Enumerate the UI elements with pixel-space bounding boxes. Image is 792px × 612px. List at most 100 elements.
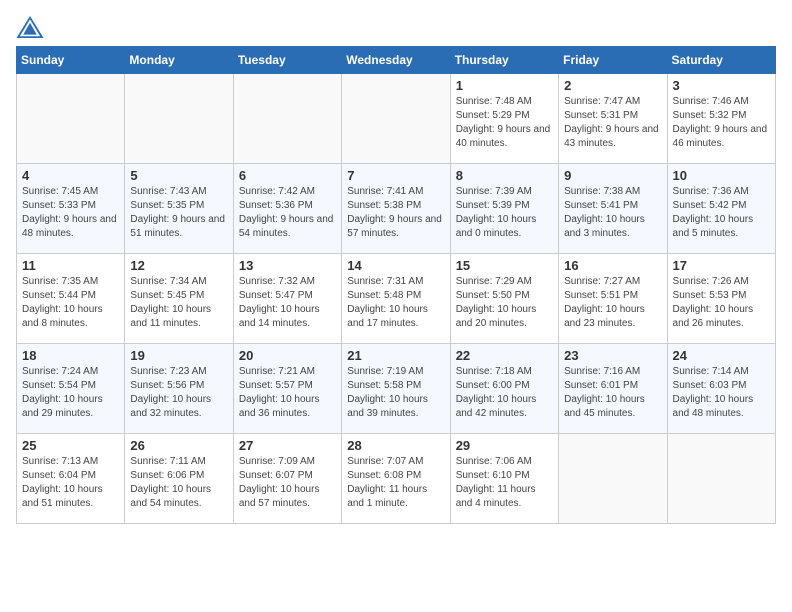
- day-info: Sunrise: 7:38 AMSunset: 5:41 PMDaylight:…: [564, 185, 661, 241]
- day-number: 21: [347, 348, 444, 363]
- day-number: 20: [239, 348, 336, 363]
- calendar-cell: 29Sunrise: 7:06 AMSunset: 6:10 PMDayligh…: [450, 434, 558, 524]
- calendar-cell: 12 Sunrise: 7:34 AMSunset: 5:45 PMDayligh…: [125, 254, 233, 344]
- calendar-cell: [17, 74, 125, 164]
- calendar-cell: 18 Sunrise: 7:24 AMSunset: 5:54 PMDayligh…: [17, 344, 125, 434]
- day-info: Sunrise: 7:11 AMSunset: 6:06 PMDaylight:…: [130, 455, 227, 511]
- calendar-cell: [233, 74, 341, 164]
- day-number: 16: [564, 258, 661, 273]
- calendar-cell: 13 Sunrise: 7:32 AMSunset: 5:47 PMDayligh…: [233, 254, 341, 344]
- day-number: 27: [239, 438, 336, 453]
- calendar-cell: 2 Sunrise: 7:47 AMSunset: 5:31 PMDaylight…: [559, 74, 667, 164]
- column-header-friday: Friday: [559, 47, 667, 74]
- calendar-cell: 24 Sunrise: 7:14 AMSunset: 6:03 PMDayligh…: [667, 344, 775, 434]
- calendar-cell: 27 Sunrise: 7:09 AMSunset: 6:07 PMDayligh…: [233, 434, 341, 524]
- day-info: Sunrise: 7:41 AMSunset: 5:38 PMDaylight:…: [347, 185, 444, 241]
- day-number: 8: [456, 168, 553, 183]
- day-number: 24: [673, 348, 770, 363]
- calendar-cell: 17 Sunrise: 7:26 AMSunset: 5:53 PMDayligh…: [667, 254, 775, 344]
- calendar-cell: 8Sunrise: 7:39 AMSunset: 5:39 PMDaylight…: [450, 164, 558, 254]
- calendar-cell: 10 Sunrise: 7:36 AMSunset: 5:42 PMDayligh…: [667, 164, 775, 254]
- day-number: 14: [347, 258, 444, 273]
- calendar-week-row: 18 Sunrise: 7:24 AMSunset: 5:54 PMDayligh…: [17, 344, 776, 434]
- calendar-cell: 23 Sunrise: 7:16 AMSunset: 6:01 PMDayligh…: [559, 344, 667, 434]
- column-header-thursday: Thursday: [450, 47, 558, 74]
- day-number: 22: [456, 348, 553, 363]
- day-number: 6: [239, 168, 336, 183]
- day-number: 13: [239, 258, 336, 273]
- calendar-cell: 26 Sunrise: 7:11 AMSunset: 6:06 PMDayligh…: [125, 434, 233, 524]
- day-info: Sunrise: 7:07 AMSunset: 6:08 PMDaylight:…: [347, 455, 444, 511]
- calendar-week-row: 25Sunrise: 7:13 AMSunset: 6:04 PMDayligh…: [17, 434, 776, 524]
- column-header-sunday: Sunday: [17, 47, 125, 74]
- calendar-cell: 19 Sunrise: 7:23 AMSunset: 5:56 PMDayligh…: [125, 344, 233, 434]
- day-number: 15: [456, 258, 553, 273]
- day-info: Sunrise: 7:35 AMSunset: 5:44 PMDaylight:…: [22, 275, 119, 331]
- day-number: 9: [564, 168, 661, 183]
- day-number: 23: [564, 348, 661, 363]
- day-info: Sunrise: 7:42 AMSunset: 5:36 PMDaylight:…: [239, 185, 336, 241]
- calendar-week-row: 1 Sunrise: 7:48 AMSunset: 5:29 PMDaylight…: [17, 74, 776, 164]
- day-number: 12: [130, 258, 227, 273]
- calendar-week-row: 11 Sunrise: 7:35 AMSunset: 5:44 PMDayligh…: [17, 254, 776, 344]
- day-info: Sunrise: 7:36 AMSunset: 5:42 PMDaylight:…: [673, 185, 770, 241]
- calendar-cell: 20 Sunrise: 7:21 AMSunset: 5:57 PMDayligh…: [233, 344, 341, 434]
- calendar-cell: 3 Sunrise: 7:46 AMSunset: 5:32 PMDaylight…: [667, 74, 775, 164]
- day-number: 10: [673, 168, 770, 183]
- day-info: Sunrise: 7:14 AMSunset: 6:03 PMDaylight:…: [673, 365, 770, 421]
- day-info: Sunrise: 7:13 AMSunset: 6:04 PMDaylight:…: [22, 455, 119, 511]
- calendar-cell: [559, 434, 667, 524]
- calendar-cell: 9 Sunrise: 7:38 AMSunset: 5:41 PMDaylight…: [559, 164, 667, 254]
- calendar-cell: 7 Sunrise: 7:41 AMSunset: 5:38 PMDaylight…: [342, 164, 450, 254]
- header: [16, 16, 776, 38]
- day-number: 18: [22, 348, 119, 363]
- day-number: 17: [673, 258, 770, 273]
- day-info: Sunrise: 7:26 AMSunset: 5:53 PMDaylight:…: [673, 275, 770, 331]
- day-info: Sunrise: 7:18 AMSunset: 6:00 PMDaylight:…: [456, 365, 553, 421]
- column-header-saturday: Saturday: [667, 47, 775, 74]
- calendar-cell: [342, 74, 450, 164]
- day-info: Sunrise: 7:43 AMSunset: 5:35 PMDaylight:…: [130, 185, 227, 241]
- day-number: 11: [22, 258, 119, 273]
- day-number: 2: [564, 78, 661, 93]
- day-info: Sunrise: 7:06 AMSunset: 6:10 PMDaylight:…: [456, 455, 553, 511]
- day-info: Sunrise: 7:27 AMSunset: 5:51 PMDaylight:…: [564, 275, 661, 331]
- day-info: Sunrise: 7:09 AMSunset: 6:07 PMDaylight:…: [239, 455, 336, 511]
- day-number: 3: [673, 78, 770, 93]
- day-info: Sunrise: 7:29 AMSunset: 5:50 PMDaylight:…: [456, 275, 553, 331]
- day-info: Sunrise: 7:31 AMSunset: 5:48 PMDaylight:…: [347, 275, 444, 331]
- column-header-monday: Monday: [125, 47, 233, 74]
- day-info: Sunrise: 7:23 AMSunset: 5:56 PMDaylight:…: [130, 365, 227, 421]
- calendar-header-row: SundayMondayTuesdayWednesdayThursdayFrid…: [17, 47, 776, 74]
- day-number: 5: [130, 168, 227, 183]
- calendar-cell: 22 Sunrise: 7:18 AMSunset: 6:00 PMDayligh…: [450, 344, 558, 434]
- calendar-table: SundayMondayTuesdayWednesdayThursdayFrid…: [16, 46, 776, 524]
- calendar-cell: 11 Sunrise: 7:35 AMSunset: 5:44 PMDayligh…: [17, 254, 125, 344]
- day-info: Sunrise: 7:32 AMSunset: 5:47 PMDaylight:…: [239, 275, 336, 331]
- day-info: Sunrise: 7:47 AMSunset: 5:31 PMDaylight:…: [564, 95, 661, 151]
- calendar-week-row: 4Sunrise: 7:45 AMSunset: 5:33 PMDaylight…: [17, 164, 776, 254]
- day-info: Sunrise: 7:21 AMSunset: 5:57 PMDaylight:…: [239, 365, 336, 421]
- calendar-cell: 6 Sunrise: 7:42 AMSunset: 5:36 PMDaylight…: [233, 164, 341, 254]
- day-info: Sunrise: 7:19 AMSunset: 5:58 PMDaylight:…: [347, 365, 444, 421]
- calendar-cell: 15 Sunrise: 7:29 AMSunset: 5:50 PMDayligh…: [450, 254, 558, 344]
- day-number: 4: [22, 168, 119, 183]
- day-info: Sunrise: 7:48 AMSunset: 5:29 PMDaylight:…: [456, 95, 553, 151]
- day-number: 28: [347, 438, 444, 453]
- day-number: 19: [130, 348, 227, 363]
- logo-icon: [16, 16, 44, 38]
- day-info: Sunrise: 7:34 AMSunset: 5:45 PMDaylight:…: [130, 275, 227, 331]
- day-info: Sunrise: 7:16 AMSunset: 6:01 PMDaylight:…: [564, 365, 661, 421]
- day-number: 1: [456, 78, 553, 93]
- calendar-cell: 5 Sunrise: 7:43 AMSunset: 5:35 PMDaylight…: [125, 164, 233, 254]
- calendar-cell: 4Sunrise: 7:45 AMSunset: 5:33 PMDaylight…: [17, 164, 125, 254]
- day-number: 26: [130, 438, 227, 453]
- logo: [16, 16, 50, 38]
- calendar-cell: 28 Sunrise: 7:07 AMSunset: 6:08 PMDayligh…: [342, 434, 450, 524]
- day-info: Sunrise: 7:46 AMSunset: 5:32 PMDaylight:…: [673, 95, 770, 151]
- calendar-cell: 16 Sunrise: 7:27 AMSunset: 5:51 PMDayligh…: [559, 254, 667, 344]
- day-info: Sunrise: 7:24 AMSunset: 5:54 PMDaylight:…: [22, 365, 119, 421]
- calendar-cell: 14 Sunrise: 7:31 AMSunset: 5:48 PMDayligh…: [342, 254, 450, 344]
- day-number: 7: [347, 168, 444, 183]
- column-header-wednesday: Wednesday: [342, 47, 450, 74]
